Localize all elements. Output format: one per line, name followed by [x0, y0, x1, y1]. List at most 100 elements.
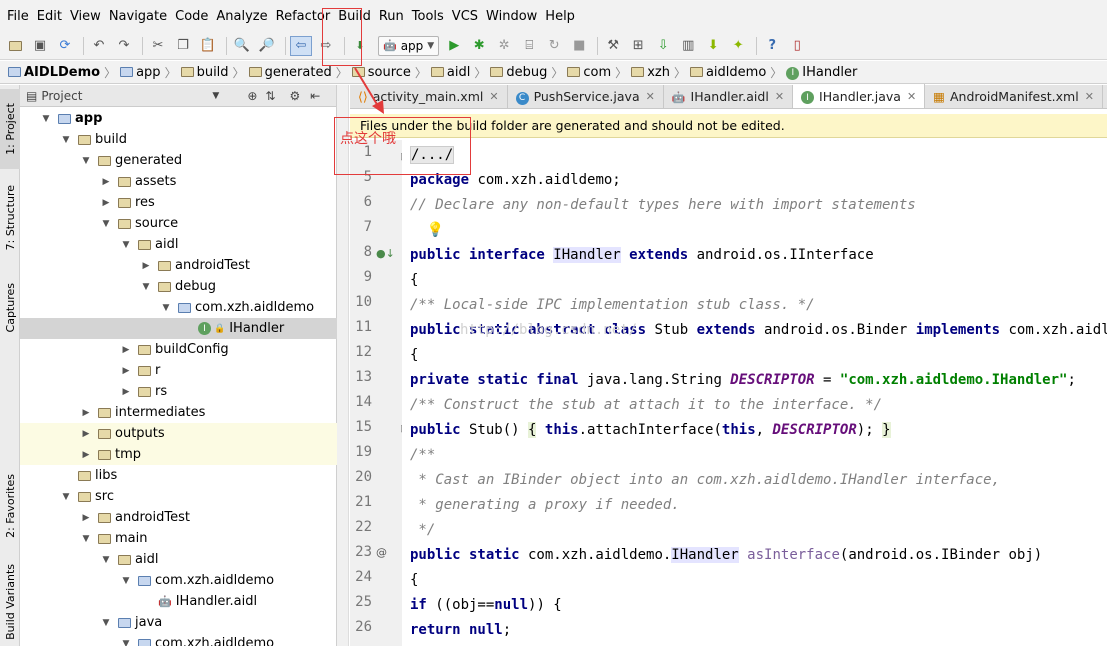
- sync-icon[interactable]: ⟳: [54, 36, 76, 56]
- menu-item[interactable]: Navigate: [105, 9, 171, 24]
- paste-icon[interactable]: 📋: [197, 36, 219, 56]
- tab-structure[interactable]: 7: Structure: [0, 177, 20, 259]
- menu-item[interactable]: Help: [541, 9, 579, 24]
- rerun-icon[interactable]: ↻: [543, 36, 565, 56]
- open-icon[interactable]: [4, 36, 26, 56]
- menu-item[interactable]: Edit: [33, 9, 66, 24]
- gear-icon[interactable]: ⚙: [289, 89, 300, 103]
- tree-item[interactable]: ▶ tmp: [20, 444, 337, 465]
- tab-favorites[interactable]: 2: Favorites: [0, 463, 20, 549]
- tree-item[interactable]: ▼ com.xzh.aidldemo: [20, 297, 337, 318]
- tree-item[interactable]: I 🔒 IHandler: [20, 318, 337, 339]
- menu-item[interactable]: Analyze: [212, 9, 271, 24]
- project-structure-icon[interactable]: ⚒: [602, 36, 624, 56]
- menu-item[interactable]: VCS: [448, 9, 482, 24]
- tree-item[interactable]: ▼ generated: [20, 150, 337, 171]
- menu-item[interactable]: Run: [375, 9, 408, 24]
- collapsed-arrow-icon[interactable]: ▶: [120, 345, 132, 355]
- tree-item[interactable]: ▶ res: [20, 192, 337, 213]
- menu-item[interactable]: View: [66, 9, 105, 24]
- tree-item[interactable]: ▼ build: [20, 129, 337, 150]
- tree-item[interactable]: ▼ java: [20, 612, 337, 633]
- collapsed-arrow-icon[interactable]: ▶: [80, 513, 92, 523]
- tree-item[interactable]: ▶ androidTest: [20, 507, 337, 528]
- breadcrumb-item[interactable]: app: [116, 65, 164, 80]
- redo-icon[interactable]: ↷: [113, 36, 135, 56]
- breadcrumb-item[interactable]: aidl: [427, 65, 474, 80]
- editor-tab[interactable]: 🤖 IHandler.aidl ✕: [664, 85, 794, 108]
- expanded-arrow-icon[interactable]: ▼: [100, 618, 112, 628]
- implemented-icon[interactable]: ●↓: [376, 247, 395, 260]
- tree-item[interactable]: ▼ com.xzh.aidldemo: [20, 570, 337, 591]
- tree-item[interactable]: ▶ outputs: [20, 423, 337, 444]
- sdk-manager-icon[interactable]: ⊞: [627, 36, 649, 56]
- tab-captures[interactable]: Captures: [0, 273, 20, 343]
- menu-item[interactable]: Window: [482, 9, 541, 24]
- run-config-select[interactable]: 🤖 app ▼: [378, 35, 440, 56]
- back-icon[interactable]: ⇦: [290, 35, 312, 56]
- expanded-arrow-icon[interactable]: ▼: [60, 135, 72, 145]
- find-icon[interactable]: 🔍: [231, 36, 253, 56]
- expanded-arrow-icon[interactable]: ▼: [80, 534, 92, 544]
- tree-item[interactable]: ▼ source: [20, 213, 337, 234]
- expanded-arrow-icon[interactable]: ▼: [40, 114, 52, 124]
- help-icon[interactable]: ?: [761, 36, 783, 56]
- attach-icon[interactable]: ⌸: [518, 36, 540, 56]
- editor-tab[interactable]: C PushService.java ✕: [508, 85, 664, 108]
- tree-item[interactable]: ▶ intermediates: [20, 402, 337, 423]
- override-icon[interactable]: @: [376, 546, 387, 559]
- scroll-from-source-icon[interactable]: ⊕: [247, 89, 257, 103]
- code-editor[interactable]: /.../ package com.xzh.aidldemo; // Decla…: [402, 140, 1107, 646]
- tree-item[interactable]: ▼ src: [20, 486, 337, 507]
- tree-item[interactable]: ▶ assets: [20, 171, 337, 192]
- expanded-arrow-icon[interactable]: ▼: [160, 303, 172, 313]
- breadcrumb-item[interactable]: build: [177, 65, 233, 80]
- expanded-arrow-icon[interactable]: ▼: [120, 639, 132, 646]
- avd-manager-icon[interactable]: ▥: [677, 36, 699, 56]
- breadcrumb-item[interactable]: I IHandler: [782, 64, 861, 80]
- expanded-arrow-icon[interactable]: ▼: [120, 576, 132, 586]
- breadcrumb-item[interactable]: AIDLDemo: [4, 65, 104, 80]
- collapsed-arrow-icon[interactable]: ▶: [80, 429, 92, 439]
- chevron-down-icon[interactable]: ▼: [212, 91, 219, 101]
- tree-item[interactable]: ▼ aidl: [20, 549, 337, 570]
- expanded-arrow-icon[interactable]: ▼: [100, 555, 112, 565]
- tab-project[interactable]: 1: Project: [0, 89, 20, 169]
- editor-tab[interactable]: I IHandler.java ✕: [793, 84, 926, 108]
- expanded-arrow-icon[interactable]: ▼: [100, 219, 112, 229]
- tree-item[interactable]: ▼ com.xzh.aidldemo: [20, 633, 337, 646]
- tree-item[interactable]: libs: [20, 465, 337, 486]
- close-icon[interactable]: ✕: [646, 90, 655, 103]
- sync-gradle-icon[interactable]: ⇩: [652, 36, 674, 56]
- project-panel-title[interactable]: Project: [41, 89, 82, 103]
- breadcrumb-item[interactable]: xzh: [627, 65, 674, 80]
- expanded-arrow-icon[interactable]: ▼: [120, 240, 132, 250]
- tree-item[interactable]: ▼ aidl: [20, 234, 337, 255]
- menu-item[interactable]: Code: [171, 9, 212, 24]
- copy-icon[interactable]: ❐: [172, 36, 194, 56]
- tree-item[interactable]: ▼ main: [20, 528, 337, 549]
- breadcrumb-item[interactable]: generated: [245, 65, 336, 80]
- collapsed-arrow-icon[interactable]: ▶: [100, 177, 112, 187]
- stop-icon[interactable]: ■: [568, 36, 590, 56]
- close-icon[interactable]: ✕: [1085, 90, 1094, 103]
- android-monitor-icon[interactable]: ⬇: [702, 36, 724, 56]
- debug-icon[interactable]: ✱: [468, 36, 490, 56]
- close-icon[interactable]: ✕: [489, 90, 498, 103]
- lightbulb-icon[interactable]: 💡: [427, 222, 444, 238]
- cut-icon[interactable]: ✂: [147, 36, 169, 56]
- close-icon[interactable]: ✕: [775, 90, 784, 103]
- device-icon[interactable]: ▯: [786, 36, 808, 56]
- undo-icon[interactable]: ↶: [88, 36, 110, 56]
- collapsed-arrow-icon[interactable]: ▶: [100, 198, 112, 208]
- run-icon[interactable]: ▶: [443, 36, 465, 56]
- breadcrumb-item[interactable]: aidldemo: [686, 65, 770, 80]
- expanded-arrow-icon[interactable]: ▼: [140, 282, 152, 292]
- collapsed-arrow-icon[interactable]: ▶: [140, 261, 152, 271]
- collapse-all-icon[interactable]: ⇅: [265, 89, 275, 103]
- tree-item[interactable]: ▶ buildConfig: [20, 339, 337, 360]
- tree-item[interactable]: ▶ r: [20, 360, 337, 381]
- save-icon[interactable]: ▣: [29, 36, 51, 56]
- menu-item[interactable]: File: [3, 9, 33, 24]
- replace-icon[interactable]: 🔎: [256, 36, 278, 56]
